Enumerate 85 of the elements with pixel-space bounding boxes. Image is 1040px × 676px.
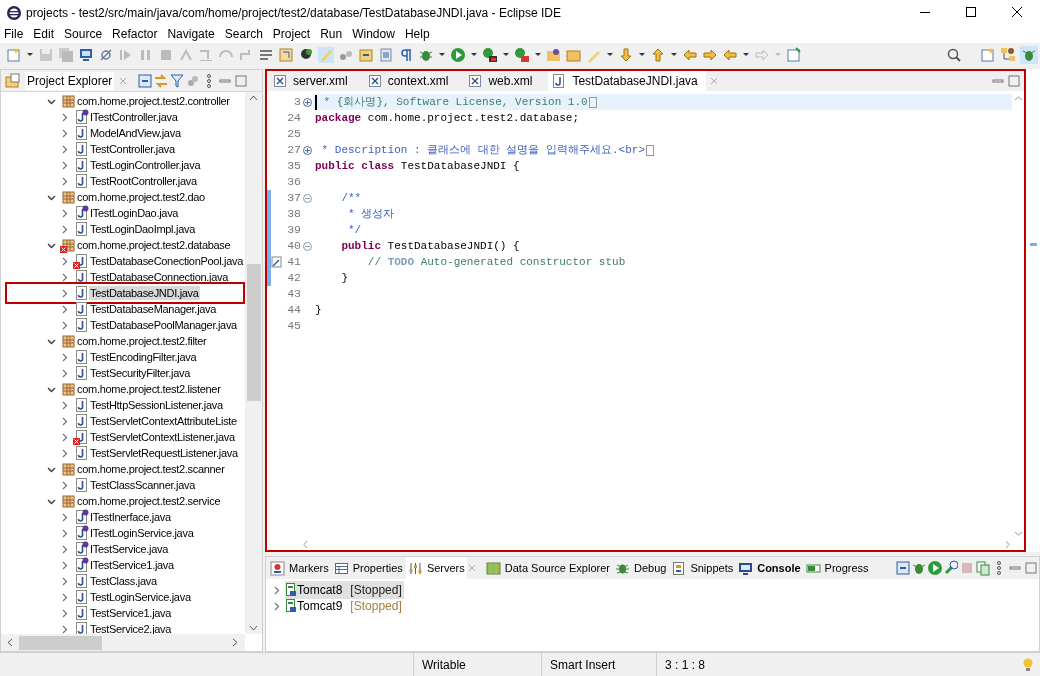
tree-item[interactable]: TestServletRequestListener.java xyxy=(89,446,239,460)
line-number: 40 xyxy=(286,238,301,255)
line-number: 44 xyxy=(286,302,301,319)
line-number: 38 xyxy=(286,206,301,223)
view-tab[interactable]: Project Explorer xyxy=(25,71,115,90)
tree-item[interactable]: TestDatabaseManager.java xyxy=(89,302,218,316)
menu-item[interactable]: Project xyxy=(270,25,313,43)
tree-item[interactable]: ITestService1.java xyxy=(89,558,175,572)
menu-item[interactable]: Help xyxy=(402,25,432,43)
tree-item[interactable]: ModelAndView.java xyxy=(89,126,182,140)
tree-item[interactable]: TestEncodingFilter.java xyxy=(89,350,198,364)
tree-item[interactable]: TestHttpSessionListener.java xyxy=(89,398,224,412)
tree-item[interactable]: com.home.project.test2.service xyxy=(76,494,222,508)
tree-item[interactable]: TestLoginDaoImpl.java xyxy=(89,222,196,236)
code-line: * {회사명}, Software License, Version 1.0 xyxy=(322,95,588,110)
code-line: * 생성자 xyxy=(347,207,395,222)
menu-item[interactable]: Edit xyxy=(31,25,57,43)
status-text: Smart Insert xyxy=(550,656,616,674)
panel-tab[interactable]: Markers xyxy=(268,557,331,579)
tree-item[interactable]: ITestService.java xyxy=(89,542,170,556)
tree-item[interactable]: TestDatabaseConectionPool.java xyxy=(89,254,245,268)
tree-item[interactable]: com.home.project.test2.controller xyxy=(76,94,231,108)
panel-tab[interactable]: Console xyxy=(736,557,803,579)
tree-item[interactable]: ITestInerface.java xyxy=(89,510,172,524)
code-line: } xyxy=(340,271,348,286)
menu-item[interactable]: Source xyxy=(62,25,105,43)
code-line: } xyxy=(315,303,322,318)
server-item[interactable]: Tomcat8 [Stopped] xyxy=(285,581,404,599)
tree-item[interactable]: TestDatabasePoolManager.java xyxy=(89,318,238,332)
line-number: 42 xyxy=(286,270,301,287)
status-text: Writable xyxy=(422,656,466,674)
tree-item[interactable]: TestLoginService.java xyxy=(89,590,192,604)
tree-item[interactable]: ITestController.java xyxy=(89,110,179,124)
code-line: package com.home.project.test2.database; xyxy=(315,111,580,126)
menu-item[interactable]: Window xyxy=(350,25,397,43)
menu-item[interactable]: Refactor xyxy=(110,25,160,43)
tree-item[interactable]: ITestLoginService.java xyxy=(89,526,195,540)
tree-item[interactable]: TestController.java xyxy=(89,142,176,156)
panel-tab[interactable]: Snippets xyxy=(669,557,736,579)
line-number: 36 xyxy=(286,174,301,191)
menu-item[interactable]: File xyxy=(2,25,26,43)
status-text: 3 : 1 : 8 xyxy=(665,656,706,674)
line-number: 3 xyxy=(293,94,301,111)
menu-item[interactable]: Search xyxy=(222,25,265,43)
panel-tab[interactable]: Properties xyxy=(331,557,405,579)
tree-item[interactable]: com.home.project.test2.database xyxy=(76,238,232,252)
line-number: 25 xyxy=(286,126,301,143)
tree-item[interactable]: ITestLoginDao.java xyxy=(89,206,180,220)
editor-tab[interactable]: TestDatabaseJNDI.java xyxy=(548,71,706,91)
panel-tab[interactable]: Servers xyxy=(405,557,467,579)
panel-tab[interactable]: Data Source Explorer xyxy=(483,557,612,579)
server-item[interactable]: Tomcat9 [Stopped] xyxy=(285,597,404,615)
line-number: 35 xyxy=(286,158,301,175)
tree-item[interactable]: com.home.project.test2.scanner xyxy=(76,462,226,476)
tree-item[interactable]: TestSecurityFilter.java xyxy=(89,366,192,380)
line-number: 27 xyxy=(286,142,301,159)
code-line: /** xyxy=(340,191,362,206)
window-title: projects - test2/src/main/java/com/home/project/test2/database/TestDatabaseJNDI.java - Eclipse IDE xyxy=(26,4,562,22)
tree-item[interactable]: TestClassScanner.java xyxy=(89,478,196,492)
panel-tab[interactable]: Progress xyxy=(803,557,871,579)
tree-item[interactable]: TestClass.java xyxy=(89,574,158,588)
line-number: 37 xyxy=(286,190,301,207)
tree-item[interactable]: TestDatabaseConnection.java xyxy=(89,270,230,284)
line-number: 39 xyxy=(286,222,301,239)
code-line: * Description : 클래스에 대한 설명을 입력해주세요.<br> xyxy=(320,143,646,158)
tree-item[interactable]: com.home.project.test2.filter xyxy=(76,334,208,348)
code-line: // TODO Auto-generated constructor stub xyxy=(366,255,626,270)
tree-item[interactable]: TestServletContextListener.java xyxy=(89,430,236,444)
code-line: public TestDatabaseJNDI() { xyxy=(340,239,520,254)
code-line: public class TestDatabaseJNDI { xyxy=(315,159,520,174)
tree-item[interactable]: TestDatabaseJNDI.java xyxy=(89,286,200,300)
line-number: 43 xyxy=(286,286,301,303)
menu-item[interactable]: Navigate xyxy=(165,25,217,43)
tree-item[interactable]: com.home.project.test2.listener xyxy=(76,382,222,396)
line-number: 24 xyxy=(286,110,301,127)
tree-item[interactable]: TestRootController.java xyxy=(89,174,198,188)
line-number: 45 xyxy=(286,318,301,335)
tree-item[interactable]: TestLoginController.java xyxy=(89,158,202,172)
panel-tab[interactable]: Debug xyxy=(612,557,669,579)
tree-item[interactable]: TestService1.java xyxy=(89,606,173,620)
tree-item[interactable]: com.home.project.test2.dao xyxy=(76,190,206,204)
tree-item[interactable]: TestServletContextAttributeListe xyxy=(89,414,238,428)
menu-item[interactable]: Run xyxy=(318,25,345,43)
line-number: 41 xyxy=(286,254,301,271)
code-line: */ xyxy=(347,223,362,238)
